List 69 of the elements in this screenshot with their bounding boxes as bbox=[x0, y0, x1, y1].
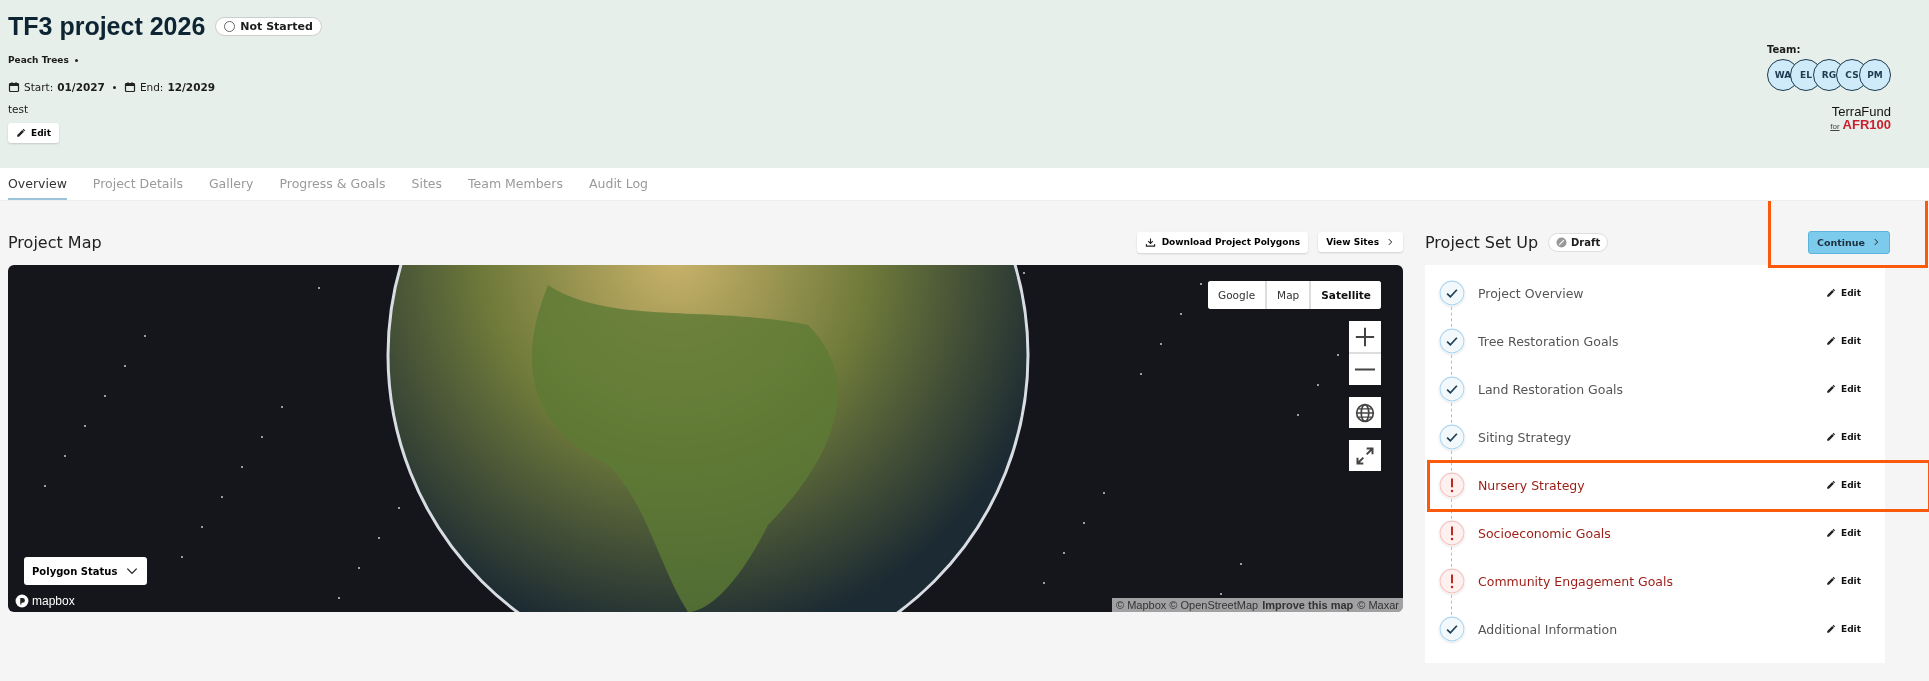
continue-button[interactable]: Continue bbox=[1807, 230, 1890, 254]
project-title: TF3 project 2026 bbox=[8, 12, 206, 41]
section-title: Project Set Up bbox=[1425, 232, 1539, 252]
improve-map-link[interactable]: Improve this map bbox=[1262, 599, 1354, 611]
project-subtitle: Peach Trees bbox=[8, 55, 69, 65]
zoom-in-button[interactable] bbox=[1349, 321, 1381, 352]
chevron-right-icon bbox=[1385, 237, 1395, 247]
edit-button[interactable]: Edit bbox=[8, 123, 59, 143]
pencil-icon bbox=[1826, 480, 1836, 490]
project-description: test bbox=[8, 103, 30, 115]
edit-button[interactable]: Edit bbox=[1820, 623, 1867, 635]
download-icon bbox=[1144, 236, 1156, 248]
step-label: Socioeconomic Goals bbox=[1478, 525, 1612, 541]
team-label: Team: bbox=[1767, 44, 1802, 55]
pencil-icon bbox=[1826, 432, 1836, 442]
step-label: Project Overview bbox=[1478, 285, 1585, 301]
pencil-icon bbox=[16, 128, 26, 138]
tab[interactable]: Overview bbox=[8, 168, 67, 200]
mapbox-wordmark: mapbox bbox=[32, 594, 75, 608]
step-label: Additional Information bbox=[1478, 621, 1619, 637]
attribution-text: © Maxar bbox=[1357, 599, 1399, 611]
mapbox-logo-icon bbox=[15, 594, 29, 608]
pencil-icon bbox=[1826, 528, 1836, 538]
pencil-icon bbox=[1826, 576, 1836, 586]
step-label: Nursery Strategy bbox=[1478, 477, 1586, 493]
polygon-status-dropdown[interactable]: Polygon Status bbox=[24, 557, 148, 585]
step-label: Tree Restoration Goals bbox=[1478, 333, 1620, 349]
download-button[interactable]: Download Project Polygons bbox=[1136, 231, 1309, 253]
edit-button[interactable]: Edit bbox=[1820, 479, 1867, 491]
layer-tab[interactable]: Google bbox=[1208, 281, 1266, 309]
view-sites-button[interactable]: View Sites bbox=[1318, 232, 1403, 252]
pencil-icon bbox=[1826, 336, 1836, 346]
terrafund-logo: TerraFund for AFR100 bbox=[1830, 105, 1891, 131]
globe-icon bbox=[1355, 402, 1375, 423]
expand-arrows-icon bbox=[1355, 445, 1375, 466]
minus-icon bbox=[1354, 368, 1376, 371]
attribution-text: © Mapbox © OpenStreetMap bbox=[1116, 599, 1259, 611]
draft-icon bbox=[1556, 236, 1568, 248]
separator-dot bbox=[74, 58, 78, 62]
edit-button[interactable]: Edit bbox=[1820, 383, 1867, 395]
start-label: Start: bbox=[24, 81, 54, 93]
globe-button[interactable] bbox=[1349, 397, 1381, 428]
plus-icon bbox=[1354, 325, 1376, 348]
edit-button[interactable]: Edit bbox=[1820, 287, 1867, 299]
layer-tab[interactable]: Satellite bbox=[1311, 281, 1381, 309]
status-text: Not Started bbox=[240, 20, 313, 33]
edit-button[interactable]: Edit bbox=[1820, 575, 1867, 587]
layer-tab[interactable]: Map bbox=[1267, 281, 1310, 309]
map-view[interactable]: Google Map Satellite Polygon Status mapbox © Mapbox © OpenStreetMap Improve this map © Maxar bbox=[8, 265, 1403, 612]
edit-button[interactable]: Edit bbox=[1820, 527, 1867, 539]
calendar-icon bbox=[123, 81, 136, 93]
edit-button[interactable]: Edit bbox=[1820, 431, 1867, 443]
chevron-right-icon bbox=[1871, 237, 1881, 247]
team-avatar[interactable]: PM bbox=[1859, 59, 1891, 91]
end-label: End: bbox=[139, 81, 164, 93]
step-label: Community Engagement Goals bbox=[1478, 573, 1674, 589]
pencil-icon bbox=[1826, 384, 1836, 394]
end-date: 12/2029 bbox=[167, 81, 216, 93]
step-label: Siting Strategy bbox=[1478, 429, 1573, 445]
pencil-icon bbox=[1826, 288, 1836, 298]
pencil-icon bbox=[1826, 624, 1836, 634]
separator-dot bbox=[112, 85, 116, 89]
calendar-icon bbox=[8, 81, 20, 93]
section-title: Project Map bbox=[8, 232, 102, 252]
edit-button[interactable]: Edit bbox=[1820, 335, 1867, 347]
step-label: Land Restoration Goals bbox=[1478, 381, 1625, 397]
start-date: 01/2027 bbox=[57, 81, 105, 93]
fullscreen-button[interactable] bbox=[1349, 440, 1381, 471]
draft-badge: Draft bbox=[1548, 232, 1609, 252]
